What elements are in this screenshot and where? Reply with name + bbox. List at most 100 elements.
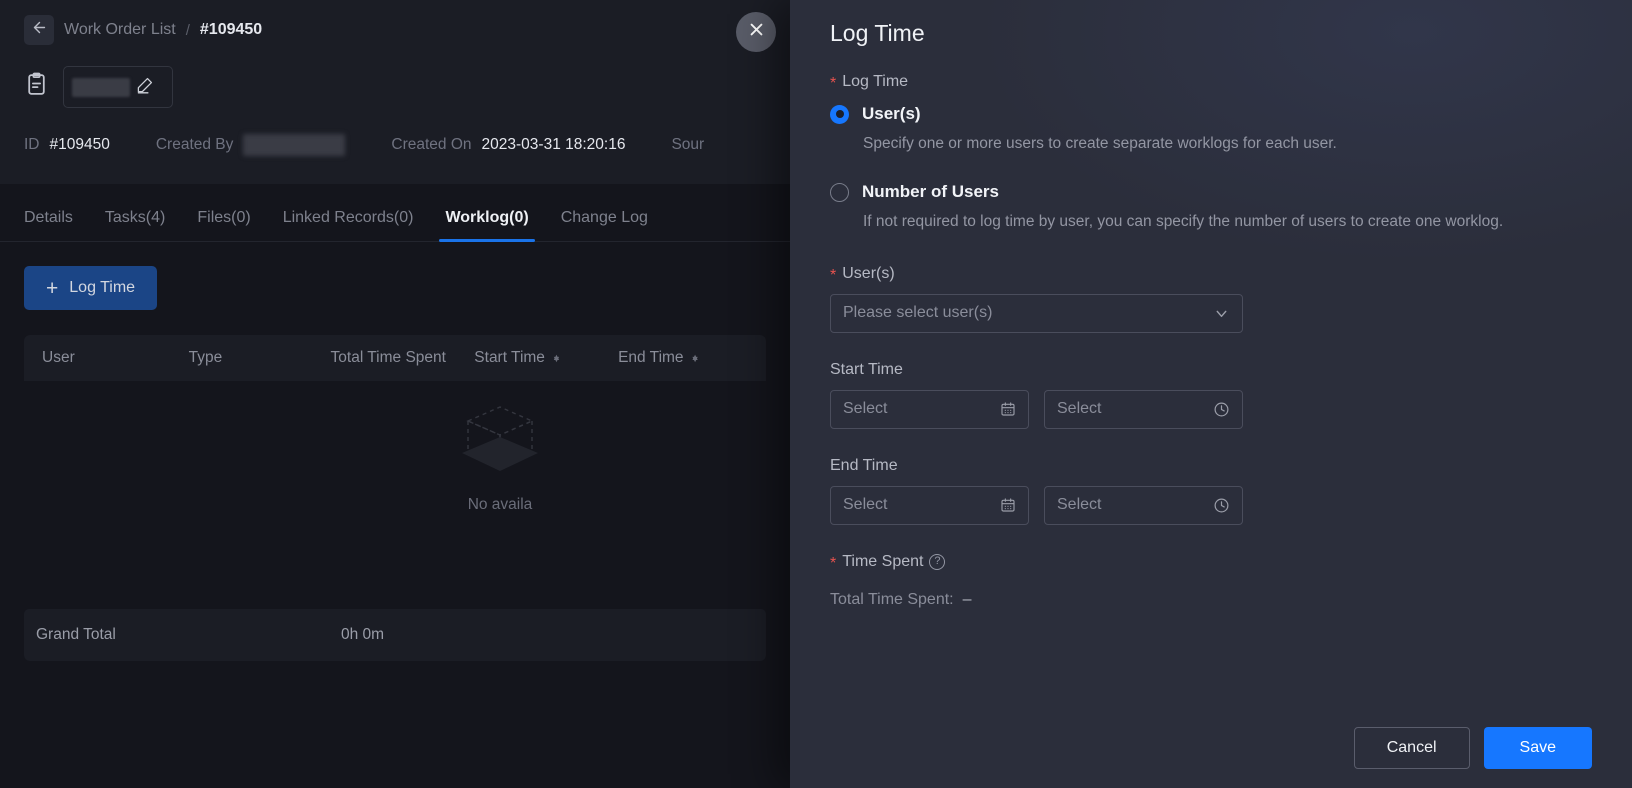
chevron-down-icon	[1213, 305, 1230, 322]
time-spent-field: * Time Spent ? Total Time Spent: –	[830, 553, 1592, 609]
radio-number-of-users-input[interactable]	[830, 183, 849, 202]
clipboard-icon	[24, 72, 49, 102]
users-field: * User(s) Please select user(s)	[830, 265, 1592, 333]
tab-tasks[interactable]: Tasks(4)	[89, 209, 181, 241]
total-time-spent-label: Total Time Spent:	[830, 591, 954, 609]
sort-arrows-icon[interactable]: ▲▼	[552, 357, 561, 359]
end-time-input[interactable]: Select	[1044, 486, 1243, 525]
log-time-group-label: * Log Time	[830, 73, 1592, 91]
tab-linked-records[interactable]: Linked Records(0)	[267, 209, 430, 241]
record-meta-row: ID #109450 Created By Created On 2023-03…	[24, 130, 766, 160]
close-button[interactable]	[736, 12, 776, 52]
back-button[interactable]	[24, 15, 54, 45]
users-select[interactable]: Please select user(s)	[830, 294, 1243, 333]
column-header-type: Type	[183, 349, 325, 367]
log-time-group-label-text: Log Time	[842, 73, 908, 91]
required-asterisk: *	[830, 268, 836, 284]
radio-number-of-users-description: If not required to log time by user, you…	[863, 207, 1523, 236]
worklog-table: User Type Total Time Spent Start Time ▲▼…	[24, 335, 766, 661]
cancel-button[interactable]: Cancel	[1354, 727, 1470, 769]
grand-total-label: Grand Total	[36, 626, 341, 644]
log-time-drawer: Log Time * Log Time User(s) Specify one …	[790, 0, 1632, 788]
end-time-placeholder: Select	[1057, 496, 1101, 514]
calendar-icon	[1000, 497, 1016, 513]
users-field-label: * User(s)	[830, 265, 1592, 283]
record-title-edit-box[interactable]	[63, 66, 173, 108]
required-asterisk: *	[830, 76, 836, 92]
sort-arrows-icon[interactable]: ▲▼	[691, 357, 700, 359]
record-detail-page: Work Order List / #109450	[0, 0, 790, 788]
record-header: Work Order List / #109450	[0, 0, 790, 184]
calendar-icon	[1000, 401, 1016, 417]
log-time-button[interactable]: + Log Time	[24, 266, 157, 310]
end-date-input[interactable]: Select	[830, 486, 1029, 525]
start-date-input[interactable]: Select	[830, 390, 1029, 429]
radio-users-description: Specify one or more users to create sepa…	[863, 129, 1523, 158]
start-time-label: Start Time	[830, 361, 1592, 379]
breadcrumb: Work Order List / #109450	[24, 0, 766, 52]
start-date-placeholder: Select	[843, 400, 887, 418]
column-header-start-time[interactable]: Start Time ▲▼	[468, 349, 612, 367]
meta-value-id: #109450	[50, 136, 110, 154]
breadcrumb-separator: /	[186, 22, 190, 39]
meta-value-created-by-redacted	[243, 134, 345, 156]
total-time-spent-value: –	[963, 591, 972, 609]
clock-icon	[1213, 497, 1230, 514]
start-time-field: Start Time Select	[830, 361, 1592, 429]
record-tabs: Details Tasks(4) Files(0) Linked Records…	[0, 184, 790, 242]
end-time-field: End Time Select	[830, 457, 1592, 525]
end-time-label: End Time	[830, 457, 1592, 475]
tab-change-log[interactable]: Change Log	[545, 209, 664, 241]
required-asterisk: *	[830, 556, 836, 572]
drawer-body: * Log Time User(s) Specify one or more u…	[790, 47, 1632, 708]
radio-option-users[interactable]: User(s) Specify one or more users to cre…	[830, 104, 1592, 158]
arrow-left-icon	[31, 19, 48, 41]
column-header-total-time-spent: Total Time Spent	[325, 349, 469, 367]
users-select-placeholder: Please select user(s)	[843, 304, 992, 322]
column-header-start-time-label: Start Time	[474, 349, 545, 367]
grand-total-value: 0h 0m	[341, 626, 384, 644]
meta-label-source: Sour	[671, 136, 704, 154]
worklog-table-header: User Type Total Time Spent Start Time ▲▼…	[24, 335, 766, 381]
column-header-end-time[interactable]: End Time ▲▼	[612, 349, 754, 367]
radio-users-input[interactable]	[830, 105, 849, 124]
meta-label-created-by: Created By	[156, 136, 234, 154]
grand-total-row: Grand Total 0h 0m	[24, 609, 766, 661]
record-title-redacted	[72, 78, 130, 97]
time-spent-label: * Time Spent ?	[830, 553, 1592, 571]
total-time-spent-row: Total Time Spent: –	[830, 591, 1592, 609]
close-icon	[748, 21, 765, 43]
drawer-footer: Cancel Save	[790, 708, 1632, 788]
worklog-panel: + Log Time User Type Total Time Spent St…	[0, 242, 790, 685]
pencil-icon[interactable]	[136, 75, 155, 99]
radio-users-label: User(s)	[862, 104, 921, 124]
question-circle-icon[interactable]: ?	[929, 554, 945, 570]
tab-details[interactable]: Details	[24, 209, 89, 241]
clock-icon	[1213, 401, 1230, 418]
breadcrumb-root[interactable]: Work Order List	[64, 21, 176, 39]
radio-option-number-of-users[interactable]: Number of Users If not required to log t…	[830, 182, 1592, 236]
drawer-title: Log Time	[790, 0, 1632, 47]
plus-icon: +	[46, 278, 58, 299]
save-button[interactable]: Save	[1484, 727, 1592, 769]
column-header-user: User	[36, 349, 183, 367]
record-title-row	[24, 66, 766, 108]
tab-files[interactable]: Files(0)	[181, 209, 266, 241]
column-header-end-time-label: End Time	[618, 349, 683, 367]
radio-number-of-users-label: Number of Users	[862, 182, 999, 202]
tab-worklog[interactable]: Worklog(0)	[429, 209, 544, 241]
meta-label-id: ID	[24, 136, 40, 154]
users-field-label-text: User(s)	[842, 265, 894, 283]
start-time-input[interactable]: Select	[1044, 390, 1243, 429]
app-root: Work Order List / #109450	[0, 0, 1632, 788]
meta-label-created-on: Created On	[391, 136, 471, 154]
time-spent-label-text: Time Spent	[842, 553, 923, 571]
meta-value-created-on: 2023-03-31 18:20:16	[482, 136, 626, 154]
worklog-empty-state: No availa	[24, 381, 766, 603]
end-date-placeholder: Select	[843, 496, 887, 514]
empty-state-text: No availa	[468, 496, 533, 514]
start-time-placeholder: Select	[1057, 400, 1101, 418]
breadcrumb-current: #109450	[200, 21, 262, 39]
log-time-button-label: Log Time	[69, 279, 135, 297]
empty-box-icon	[454, 403, 546, 482]
